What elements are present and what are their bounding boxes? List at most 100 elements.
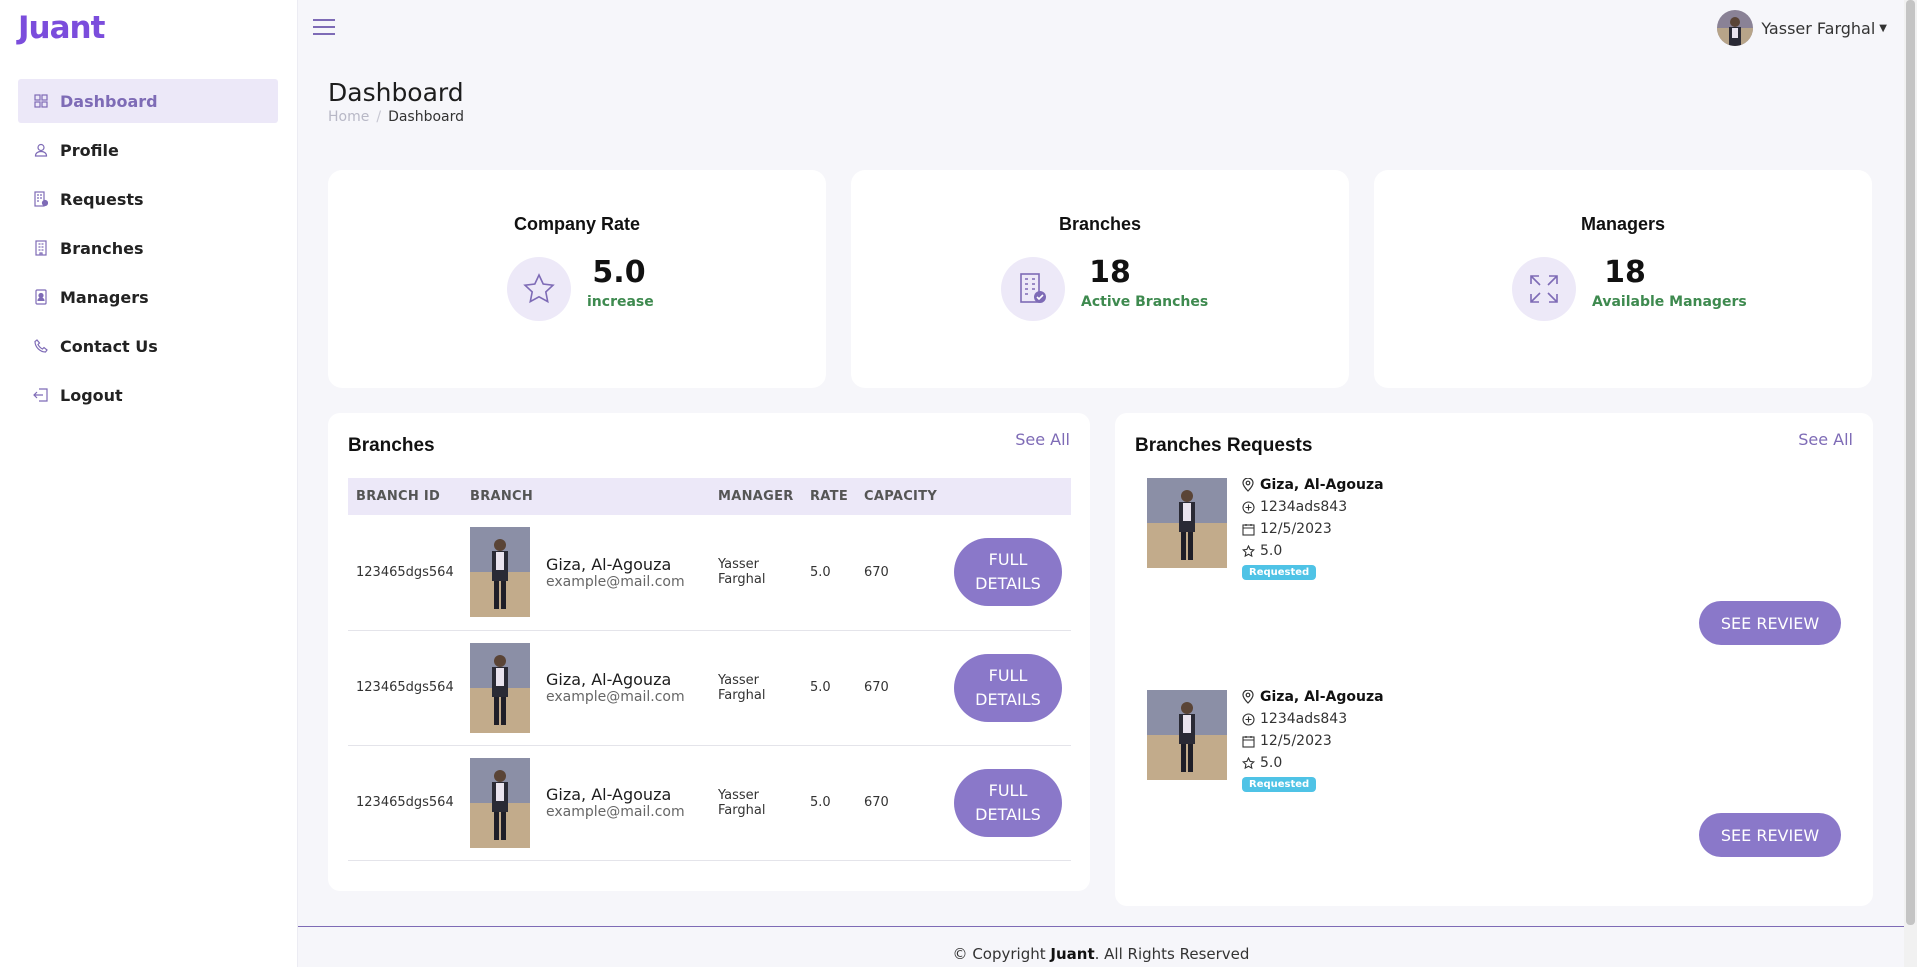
action-cell: FULL DETAILS xyxy=(946,745,1071,861)
request-location-text: Giza, Al-Agouza xyxy=(1260,689,1384,705)
stat-subtext: Available Managers xyxy=(1592,294,1747,310)
branch-name: Giza, Al-Agouza xyxy=(546,554,672,574)
building-check-icon xyxy=(1001,257,1065,321)
phone-icon xyxy=(33,338,49,354)
see-review-button[interactable]: SEE REVIEW xyxy=(1699,601,1841,645)
user-icon xyxy=(33,142,49,158)
column-header: BRANCH xyxy=(462,478,710,515)
manager-name: Yasser Farghal xyxy=(710,515,802,631)
branch-rate: 5.0 xyxy=(802,515,856,631)
stat-card-company-rate: Company Rate 5.0 increase xyxy=(328,170,826,388)
stat-title: Company Rate xyxy=(513,214,641,234)
stat-value: 18 xyxy=(1089,255,1131,290)
branch-id: 123465dgs564 xyxy=(348,745,462,861)
sidebar-nav: Dashboard Profile Requests Branches Mana… xyxy=(18,79,278,422)
column-header: RATE xyxy=(802,478,856,515)
manager-name: Yasser Farghal xyxy=(710,745,802,861)
status-badge: Requested xyxy=(1242,777,1317,792)
branch-name: Giza, Al-Agouza xyxy=(546,670,672,689)
request-rate-text: 5.0 xyxy=(1260,755,1283,771)
branch-id: 123465dgs564 xyxy=(348,515,462,631)
branches-panel: Branches See All BRANCH ID BRANCH MANAGE… xyxy=(328,413,1090,891)
user-name: Yasser Farghal xyxy=(1761,18,1876,38)
status-badge: Requested xyxy=(1242,565,1317,580)
stat-value: 5.0 xyxy=(592,255,646,290)
action-cell: FULL DETAILS xyxy=(946,630,1071,746)
stat-card-branches: Branches 18 Active Branches xyxy=(851,170,1349,388)
avatar xyxy=(1717,10,1754,46)
requests-icon xyxy=(33,191,49,207)
chevron-down-icon: ▼ xyxy=(1879,22,1887,34)
branches-table: BRANCH ID BRANCH MANAGER RATE CAPACITY 1… xyxy=(348,478,1071,861)
sidebar-item-branches[interactable]: Branches xyxy=(18,226,278,270)
request-date: 12/5/2023 xyxy=(1242,519,1332,539)
scrollbar-thumb[interactable] xyxy=(1906,0,1915,925)
full-details-button[interactable]: FULL DETAILS xyxy=(954,768,1062,837)
see-all-link[interactable]: See All xyxy=(1798,430,1853,449)
branch-cell: Giza, Al-Agouza example@mail.com xyxy=(462,515,710,631)
user-menu[interactable]: Yasser Farghal ▼ xyxy=(1717,10,1887,46)
dashboard-icon xyxy=(33,93,49,109)
footer-suffix: . All Rights Reserved xyxy=(1094,945,1250,963)
stat-title: Managers xyxy=(1580,214,1666,234)
footer-brand: Juant xyxy=(1050,945,1095,963)
sidebar-item-logout[interactable]: Logout xyxy=(18,373,278,417)
sidebar-item-label: Requests xyxy=(60,189,144,209)
logout-icon xyxy=(33,387,49,403)
sidebar-item-dashboard[interactable]: Dashboard xyxy=(18,79,278,123)
sidebar-item-requests[interactable]: Requests xyxy=(18,177,278,221)
star-icon xyxy=(1242,756,1256,770)
sidebar-item-label: Contact Us xyxy=(60,336,158,356)
request-rate-text: 5.0 xyxy=(1260,543,1283,559)
request-date-text: 12/5/2023 xyxy=(1260,733,1332,749)
action-cell: FULL DETAILS xyxy=(946,515,1071,631)
request-photo xyxy=(1147,690,1227,780)
sidebar-item-label: Logout xyxy=(60,385,123,405)
breadcrumb: Home / Dashboard xyxy=(328,109,464,125)
table-row: 123465dgs564 Giza, Al-Agouza example@mai… xyxy=(348,630,1071,746)
building-icon xyxy=(33,240,49,256)
stat-subtext: increase xyxy=(587,294,654,310)
branch-email: example@mail.com xyxy=(546,573,685,590)
request-rate: 5.0 xyxy=(1242,541,1282,561)
star-icon xyxy=(507,257,571,321)
see-all-link[interactable]: See All xyxy=(1015,430,1070,449)
calendar-icon xyxy=(1242,522,1256,536)
breadcrumb-home[interactable]: Home xyxy=(328,109,369,125)
menu-toggle-icon[interactable] xyxy=(312,17,336,37)
app-logo[interactable]: Juant xyxy=(18,10,105,46)
sidebar-item-label: Managers xyxy=(60,287,149,307)
sidebar-item-profile[interactable]: Profile xyxy=(18,128,278,172)
sidebar-item-managers[interactable]: Managers xyxy=(18,275,278,319)
plus-circle-icon xyxy=(1242,500,1256,514)
table-row: 123465dgs564 Giza, Al-Agouza example@mai… xyxy=(348,745,1071,861)
branch-capacity: 670 xyxy=(856,745,946,861)
request-photo xyxy=(1147,478,1227,568)
branch-cell: Giza, Al-Agouza example@mail.com xyxy=(462,630,710,746)
map-pin-icon xyxy=(1242,478,1256,492)
branch-capacity: 670 xyxy=(856,515,946,631)
sidebar-item-contact-us[interactable]: Contact Us xyxy=(18,324,278,368)
panel-title: Branches Requests xyxy=(1135,435,1313,456)
request-code-text: 1234ads843 xyxy=(1260,711,1348,727)
breadcrumb-separator: / xyxy=(376,109,382,125)
stat-subtext: Active Branches xyxy=(1081,294,1209,310)
full-details-button[interactable]: FULL DETAILS xyxy=(954,653,1062,722)
branch-name: Giza, Al-Agouza xyxy=(546,785,672,804)
plus-circle-icon xyxy=(1242,712,1256,726)
branch-photo xyxy=(470,527,530,618)
expand-icon xyxy=(1512,257,1576,321)
see-review-button[interactable]: SEE REVIEW xyxy=(1699,813,1841,857)
branch-photo xyxy=(470,757,530,848)
request-rate: 5.0 xyxy=(1242,753,1282,773)
column-header: MANAGER xyxy=(710,478,802,515)
branch-email: example@mail.com xyxy=(546,689,685,705)
branch-email: example@mail.com xyxy=(546,804,685,820)
request-code-text: 1234ads843 xyxy=(1260,499,1348,515)
scrollbar[interactable] xyxy=(1904,0,1917,967)
full-details-button[interactable]: FULL DETAILS xyxy=(954,538,1062,607)
branch-photo xyxy=(470,642,530,733)
request-code: 1234ads843 xyxy=(1242,497,1347,517)
request-location-text: Giza, Al-Agouza xyxy=(1260,477,1384,493)
page-title: Dashboard xyxy=(328,78,464,107)
